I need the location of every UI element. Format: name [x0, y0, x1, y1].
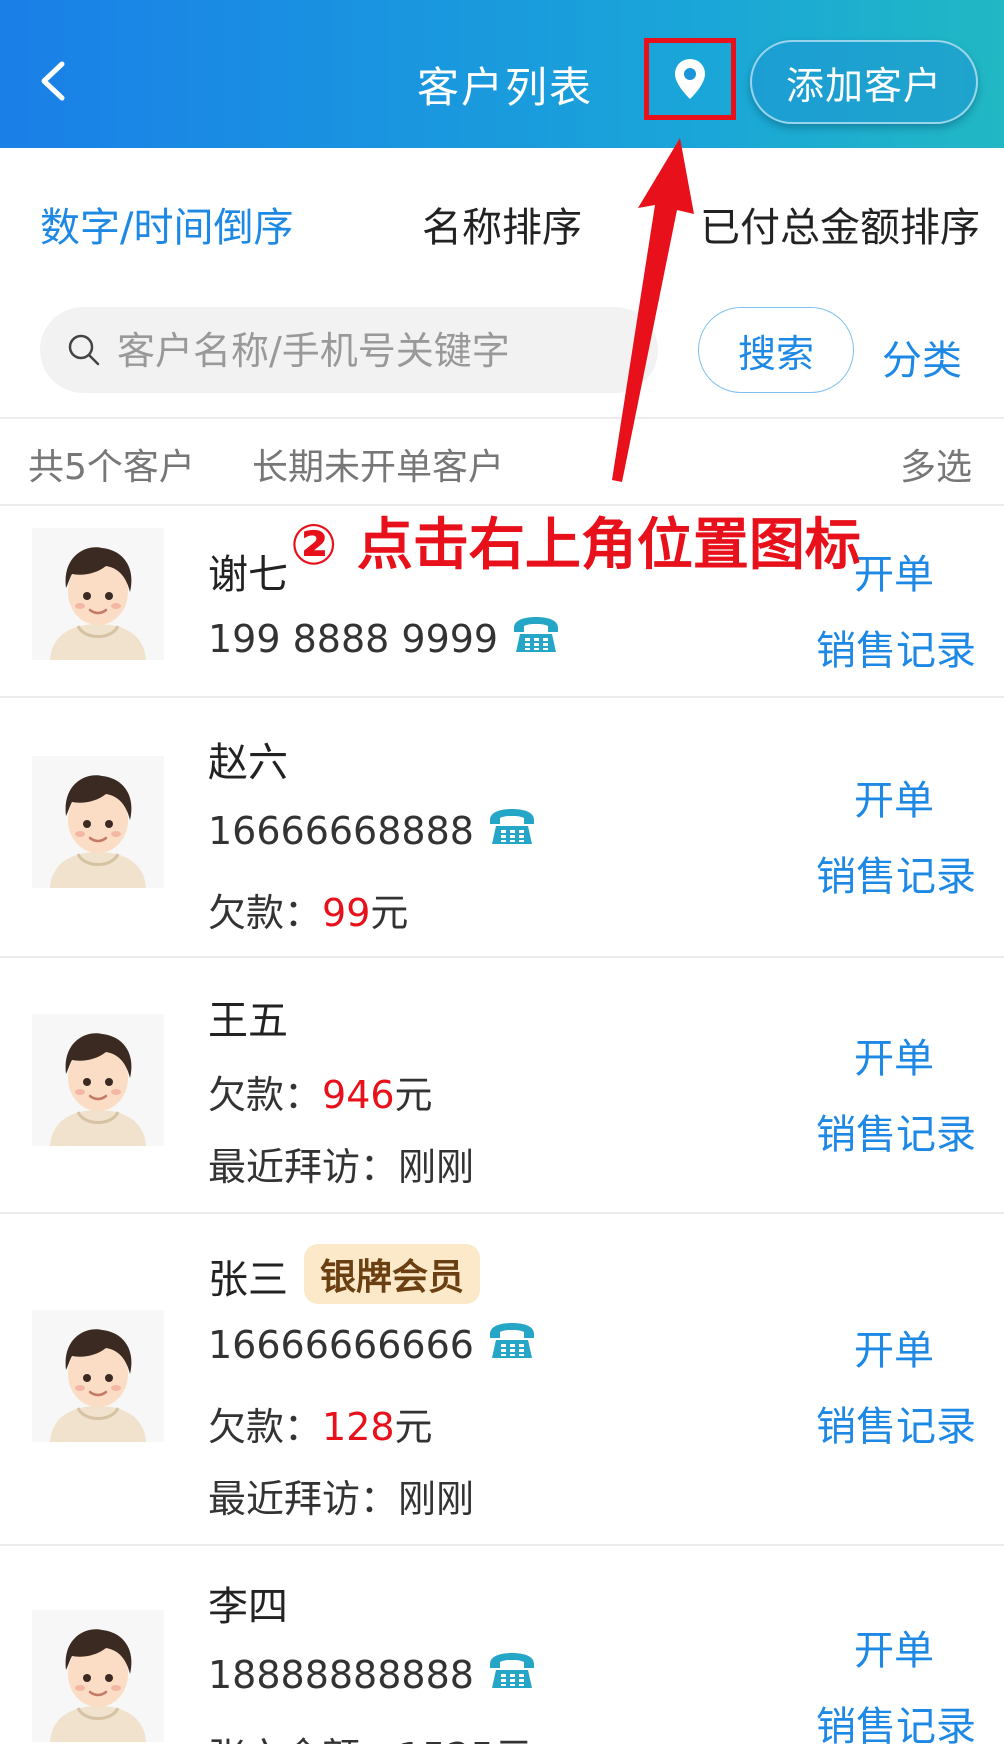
sales-record-button[interactable]: 销售记录	[816, 1694, 976, 1744]
customer-name: 赵六	[208, 740, 288, 786]
debt-label: 欠款：	[208, 891, 323, 935]
divider	[0, 417, 1004, 419]
debt-label: 欠款：	[208, 1405, 323, 1449]
customer-balance: 张六余额：1525元	[208, 1726, 533, 1744]
sales-record-button[interactable]: 销售记录	[816, 1394, 976, 1452]
header: 客户列表 添加客户	[0, 0, 1004, 148]
customer-debt: 欠款：99元	[208, 882, 408, 937]
customer-debt: 欠款：946元	[208, 1064, 433, 1119]
debt-amount: 128	[322, 1405, 395, 1449]
chevron-left-icon	[41, 61, 65, 101]
open-order-button[interactable]: 开单	[854, 768, 934, 826]
avatar	[32, 1610, 164, 1742]
back-button[interactable]	[30, 56, 80, 106]
customer-name: 王五	[208, 998, 288, 1044]
customer-row[interactable]: 王五 欠款：946元 最近拜访：刚刚 开单 销售记录	[0, 958, 1004, 1212]
telephone-icon[interactable]	[486, 1320, 538, 1362]
customer-name: 张三	[208, 1257, 288, 1303]
avatar	[32, 528, 164, 660]
last-visit: 最近拜访：刚刚	[208, 1145, 475, 1189]
sort-time-desc[interactable]: 数字/时间倒序	[40, 195, 293, 253]
sales-record-button[interactable]: 销售记录	[816, 618, 976, 676]
multi-select-button[interactable]: 多选	[900, 438, 972, 490]
open-order-button[interactable]: 开单	[854, 542, 934, 600]
open-order-button[interactable]: 开单	[854, 1318, 934, 1376]
debt-unit: 元	[370, 891, 409, 935]
phone-number: 16666666666	[208, 1323, 474, 1367]
add-customer-button[interactable]: 添加客户	[750, 40, 978, 124]
customer-name: 李四	[208, 1584, 288, 1630]
sort-name[interactable]: 名称排序	[422, 195, 582, 253]
telephone-icon[interactable]	[486, 806, 538, 848]
open-order-button[interactable]: 开单	[854, 1618, 934, 1676]
customer-debt: 欠款：128元	[208, 1396, 433, 1451]
page-title: 客户列表	[416, 63, 593, 112]
debt-amount: 946	[322, 1073, 395, 1117]
location-button[interactable]	[644, 38, 736, 120]
open-order-button[interactable]: 开单	[854, 1026, 934, 1084]
last-visit: 最近拜访：刚刚	[208, 1477, 475, 1521]
search-icon	[68, 334, 100, 366]
annotation-text: ② 点击右上角位置图标	[290, 513, 861, 578]
debt-unit: 元	[394, 1405, 433, 1449]
member-badge: 银牌会员	[304, 1244, 481, 1304]
phone-number: 16666668888	[208, 809, 474, 853]
customer-phone: 16666666666	[208, 1320, 538, 1367]
customer-phone: 18888888888	[208, 1650, 538, 1697]
customer-phone: 16666668888	[208, 806, 538, 853]
search-box[interactable]	[40, 307, 658, 395]
customer-phone: 199 8888 9999	[208, 614, 562, 661]
avatar	[32, 756, 164, 888]
customer-name-row: 张三 银牌会员	[208, 1244, 481, 1305]
phone-number: 199 8888 9999	[208, 617, 499, 661]
location-pin-icon	[675, 59, 705, 99]
debt-unit: 元	[394, 1073, 433, 1117]
telephone-icon[interactable]	[486, 1650, 538, 1692]
avatar	[32, 1014, 164, 1146]
inactive-customers-filter[interactable]: 长期未开单客户	[252, 438, 504, 490]
avatar	[32, 1310, 164, 1442]
debt-label: 欠款：	[208, 1073, 323, 1117]
debt-amount: 99	[322, 891, 371, 935]
sales-record-button[interactable]: 销售记录	[816, 1102, 976, 1160]
customer-name: 谢七	[208, 552, 288, 598]
customer-row[interactable]: 李四 18888888888 张六余额：1525元 开单 销售记录	[0, 1546, 1004, 1744]
sales-record-button[interactable]: 销售记录	[816, 844, 976, 902]
phone-number: 18888888888	[208, 1653, 474, 1697]
search-input[interactable]	[115, 307, 639, 395]
customer-row[interactable]: 赵六 16666668888 欠款：99元 开单 销售记录	[0, 698, 1004, 956]
telephone-icon[interactable]	[510, 614, 562, 656]
search-button[interactable]: 搜索	[698, 307, 854, 393]
category-button[interactable]: 分类	[882, 328, 962, 386]
customer-row[interactable]: 张三 银牌会员 16666666666 欠款：128元 最近拜访：刚刚 开单 销售…	[0, 1214, 1004, 1544]
customer-count: 共5个客户	[28, 447, 195, 488]
sort-paid-amount[interactable]: 已付总金额排序	[700, 195, 980, 253]
